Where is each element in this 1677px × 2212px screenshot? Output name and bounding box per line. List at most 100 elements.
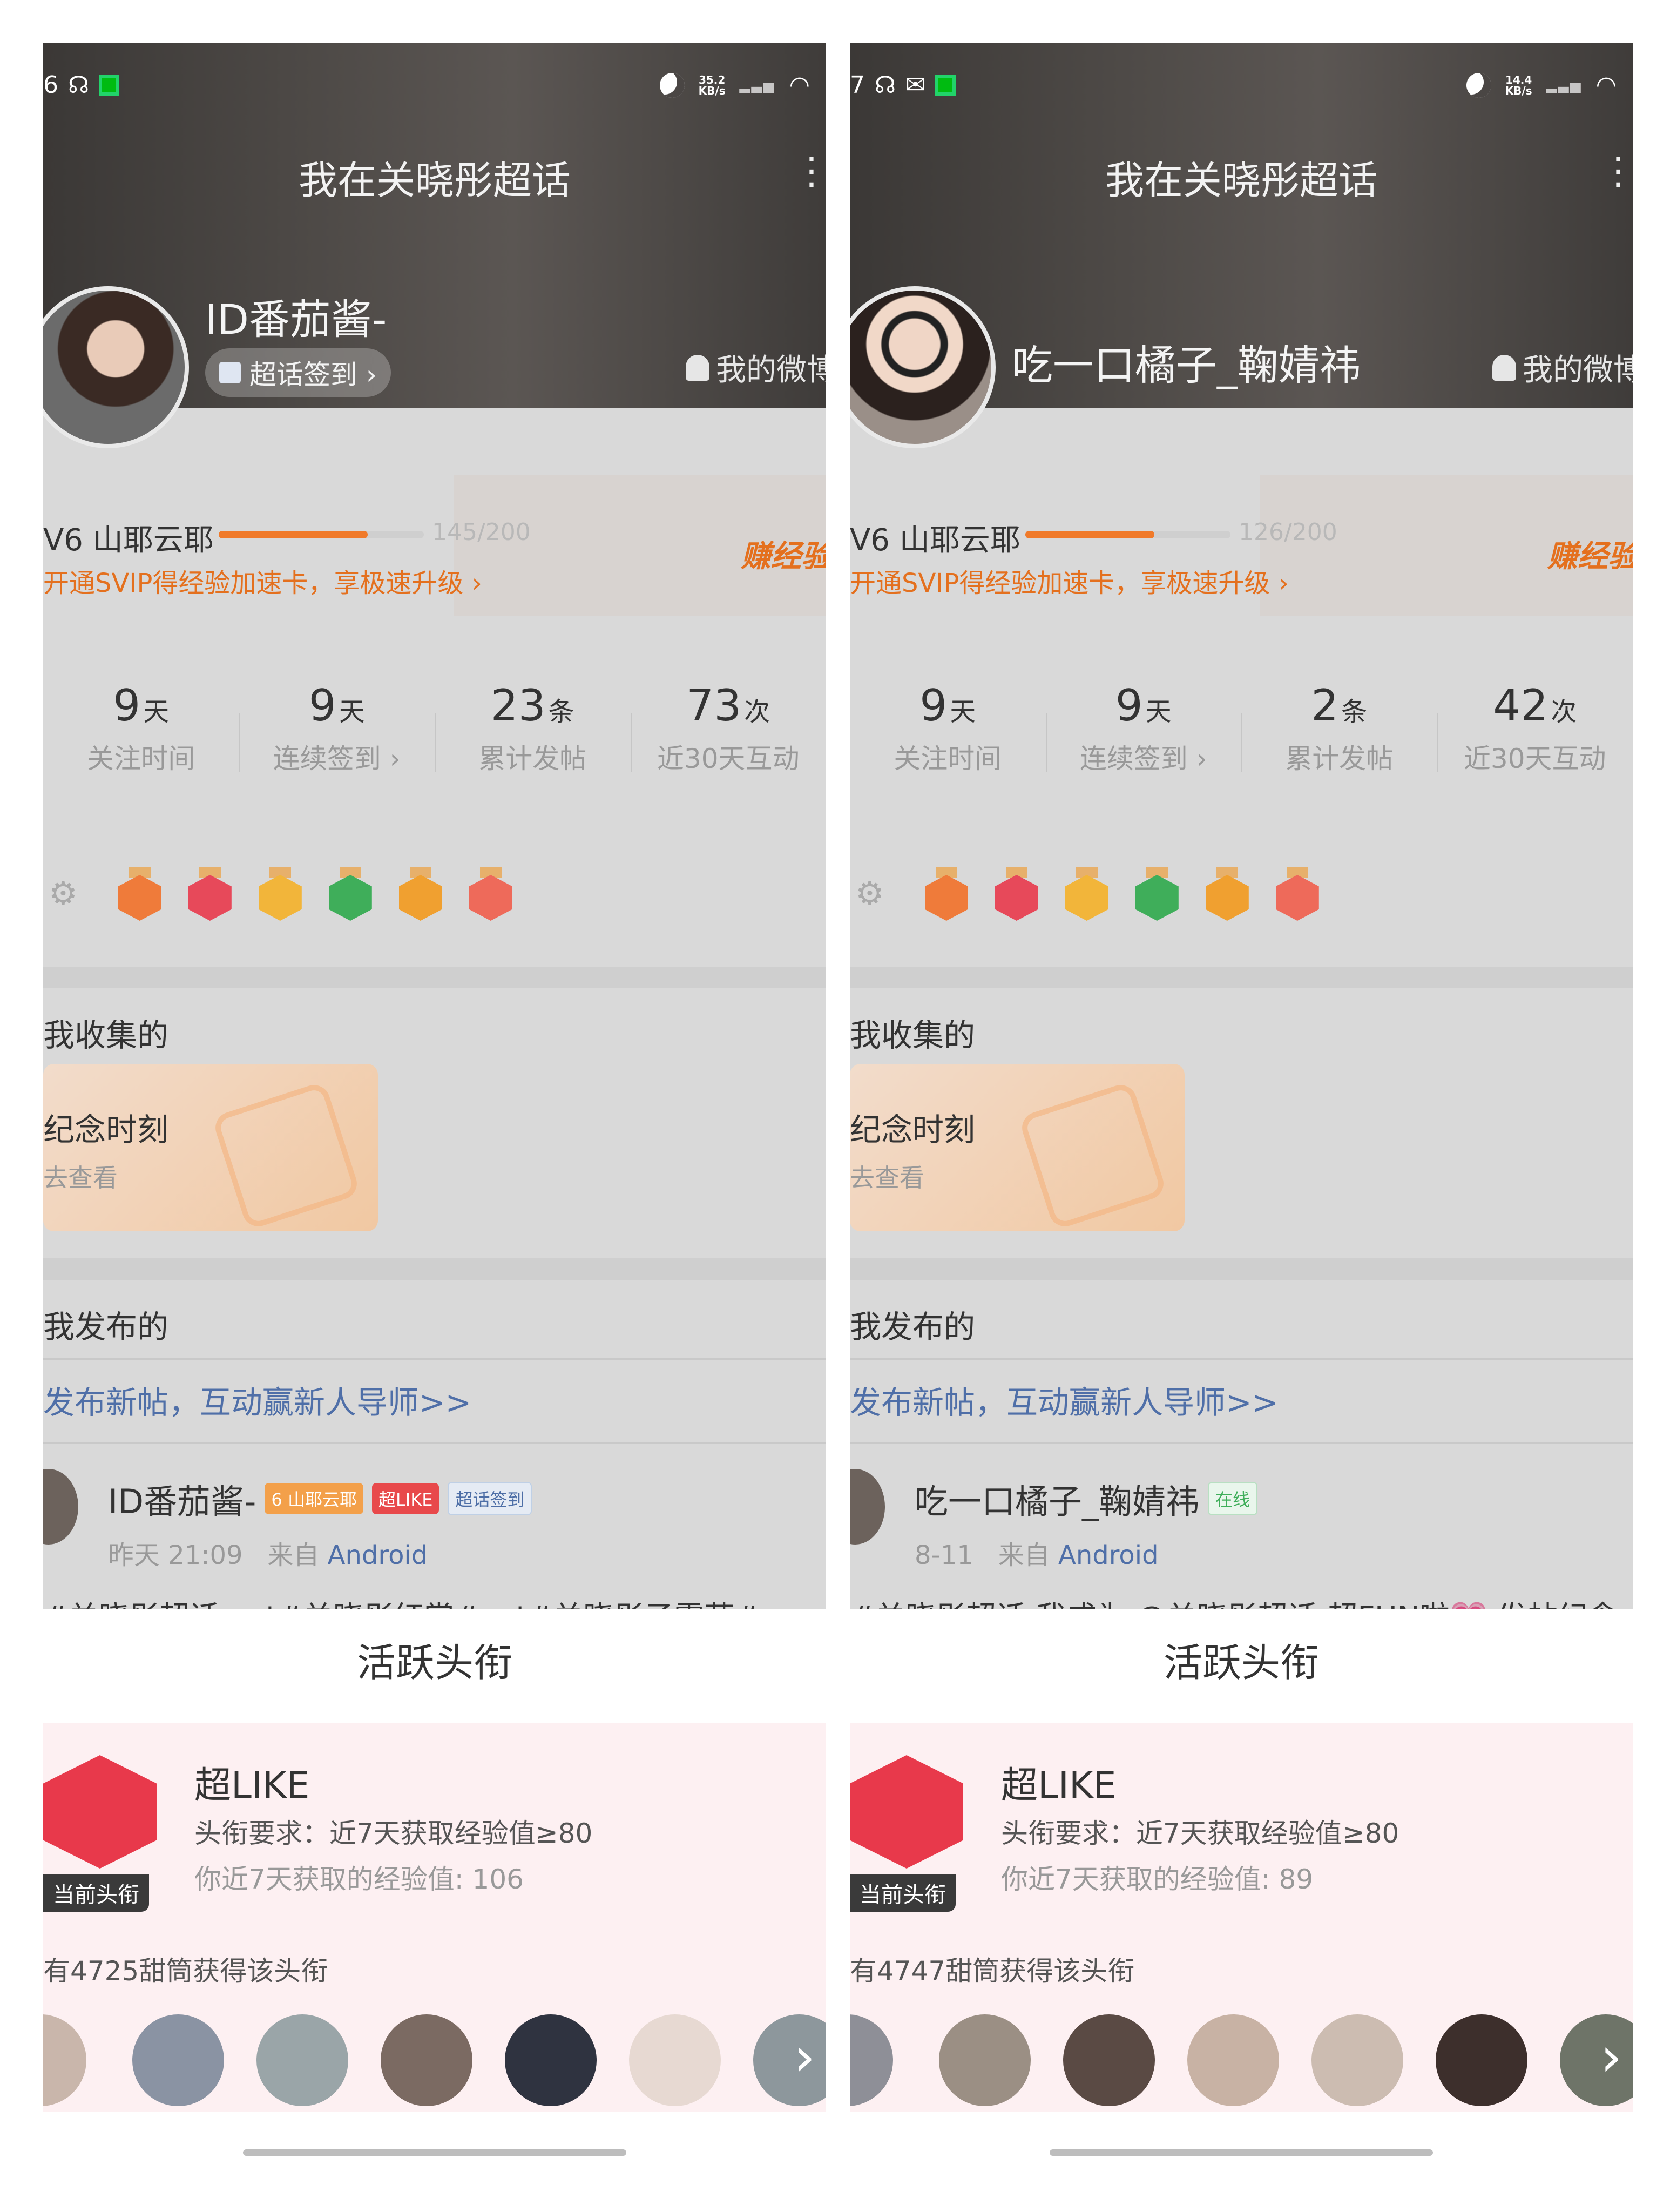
holders-avatar-list[interactable] [850,2014,1633,2112]
weibo-icon: ☊ [68,71,90,99]
holders-avatar-list[interactable] [43,2014,826,2112]
avatar[interactable] [850,2014,893,2106]
stat-follow-days: 9 天 关注时间 [894,680,1002,774]
more-icon[interactable]: ⋮ [1599,149,1633,193]
post-avatar[interactable] [43,1469,78,1545]
home-indicator[interactable] [1050,2149,1433,2156]
new-post-link[interactable]: 发布新帖，互动赢新人导师>> [43,1377,471,1422]
badge-icon[interactable] [326,867,375,921]
avatar[interactable] [1063,2014,1155,2106]
post-author: 吃一口橘子_鞠婧祎 在线 [915,1474,1258,1523]
do-not-disturb-icon [1466,72,1491,98]
badge-settings-icon[interactable]: ⚙ [855,875,884,913]
divider-line [850,1358,1633,1360]
current-title-tag: 当前头衔 [850,1874,956,1912]
signal-icon: ▂▃▅ [739,77,775,93]
stat-interactions: 73 次 近30天互动 [630,680,827,810]
calendar-decoration-icon [1018,1081,1168,1231]
person-icon [1492,354,1516,381]
more-holders-button[interactable] [1560,2014,1633,2106]
badge-row[interactable]: ⚙ [850,853,1633,934]
exp-progress-bar [219,531,424,538]
app-notification-icon [935,75,956,96]
avatar[interactable] [1436,2014,1527,2106]
stat-interactions: 42 次 近30天互动 [1437,680,1633,810]
screenshot-panel-left: 6 ☊ 35.2 KB/s ▂▃▅ ◠ 我在关晓彤超话 ⋮ ID番茄酱- 超话签… [43,43,826,2166]
badge-icon[interactable] [1063,867,1111,921]
post-avatar[interactable] [850,1469,885,1545]
new-post-link[interactable]: 发布新帖，互动赢新人导师>> [850,1377,1278,1422]
exp-progress-bar [1025,531,1230,538]
badge-icon[interactable] [922,867,971,921]
section-divider [43,1258,826,1280]
weibo-icon: ☊ [875,71,896,99]
avatar[interactable] [505,2014,597,2106]
my-exp: 你近7天获取的经验值: 106 [194,1864,524,1895]
badge-icon[interactable] [992,867,1041,921]
section-divider [850,967,1633,988]
collected-section-title: 我收集的 [850,1017,976,1054]
stat-posts: 23 条 累计发帖 [435,680,631,810]
sheet-title: 活跃头衔 [356,1640,512,1685]
online-tag: 在线 [1208,1482,1258,1515]
stat-posts: 2 条 累计发帖 [1241,680,1437,810]
avatar[interactable] [939,2014,1031,2106]
earn-exp-button[interactable]: 赚经验 [741,532,826,576]
my-weibo-link[interactable]: 我的微博 [686,346,826,389]
badge-row[interactable]: ⚙ [43,853,826,934]
stat-checkin-streak[interactable]: 9 天 连续签到 › [1045,680,1242,810]
avatar[interactable] [43,2014,86,2106]
badge-icon[interactable] [116,867,164,921]
status-bar: 7 ☊ ✉ 14.4 KB/s ▂▃▅ ◠ [850,59,1633,108]
my-exp: 你近7天获取的经验值: 89 [1001,1864,1314,1895]
network-speed: 14.4 KB/s [1505,73,1532,97]
avatar[interactable] [629,2014,721,2106]
more-holders-button[interactable] [753,2014,826,2106]
badge-settings-icon[interactable]: ⚙ [49,875,78,913]
avatar[interactable] [256,2014,348,2106]
trophy-badge-icon [850,1755,963,1869]
memory-card[interactable]: 纪念时刻 去查看 [43,1064,378,1231]
badge-icon[interactable] [396,867,445,921]
badge-icon[interactable] [1203,867,1252,921]
avatar[interactable] [381,2014,472,2106]
more-icon[interactable]: ⋮ [793,149,826,193]
post-content[interactable]: #关晓彤超话 ovt#关晓彤红裳#ovt#关晓彤子露菇# [43,1593,760,1609]
avatar[interactable] [1187,2014,1279,2106]
post-meta: 8-11 来自 Android [915,1540,1159,1570]
checkin-button[interactable]: 超话签到 › [205,348,391,397]
sheet-title: 活跃头衔 [1163,1640,1319,1685]
avatar[interactable] [1311,2014,1403,2106]
badge-icon[interactable] [1133,867,1181,921]
badge-icon[interactable] [1273,867,1322,921]
exp-text: 126/200 [1239,518,1337,546]
status-time: 6 [43,71,58,99]
do-not-disturb-icon [659,72,685,98]
status-bar: 6 ☊ 35.2 KB/s ▂▃▅ ◠ [43,59,826,108]
post-author: ID番茄酱- 6 山耶云耶 超LIKE 超话签到 [108,1474,532,1523]
post-meta: 昨天 21:09 来自 Android [108,1540,428,1570]
signal-icon: ▂▃▅ [1546,77,1582,93]
calendar-icon [219,362,241,383]
title-tag: 超LIKE [371,1483,439,1514]
level-tag: 6 山耶云耶 [265,1483,363,1514]
my-weibo-link[interactable]: 我的微博 [1492,346,1633,389]
page-title: 我在关晓彤超话 [298,158,571,203]
divider-line [43,1358,826,1360]
status-time: 7 [850,71,865,99]
post-content[interactable]: #关晓彤超话 我成为 @关晓彤超话 超FUN啦💗 发帖纪念 [850,1593,1618,1609]
svip-promo-link[interactable]: 开通SVIP得经验加速卡，享极速升级 › [850,562,1289,599]
published-section-title: 我发布的 [43,1309,169,1345]
avatar[interactable] [132,2014,224,2106]
badge-icon[interactable] [466,867,515,921]
badge-icon[interactable] [256,867,305,921]
home-indicator[interactable] [243,2149,626,2156]
title-name: 超LIKE [194,1764,310,1807]
svip-promo-link[interactable]: 开通SVIP得经验加速卡，享极速升级 › [43,562,482,599]
checkin-tag: 超话签到 [448,1482,532,1515]
memory-card[interactable]: 纪念时刻 去查看 [850,1064,1185,1231]
badge-icon[interactable] [186,867,234,921]
wifi-icon: ◠ [789,71,810,99]
earn-exp-button[interactable]: 赚经验 [1547,532,1633,576]
stat-checkin-streak[interactable]: 9 天 连续签到 › [239,680,435,810]
